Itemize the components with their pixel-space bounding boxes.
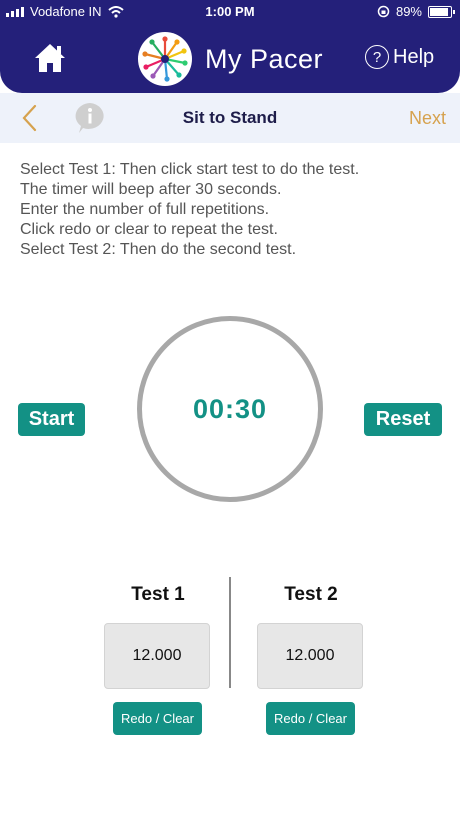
test-2-redo-clear-button[interactable]: Redo / Clear: [266, 702, 355, 735]
app-header: Vodafone IN 1:00 PM 89% My Pacer ? Help: [0, 0, 460, 93]
instruction-line: Select Test 1: Then click start test to …: [20, 161, 360, 178]
instruction-line: Click redo or clear to repeat the test.: [20, 221, 278, 238]
instruction-line: The timer will beep after 30 seconds.: [20, 181, 282, 198]
app-logo: [138, 32, 192, 86]
help-button[interactable]: ? Help: [365, 45, 434, 69]
sunburst-logo-icon: [142, 36, 188, 82]
battery-percent: 89%: [395, 4, 422, 19]
instructions: Select Test 1: Then click start test to …: [20, 160, 450, 260]
home-button[interactable]: [33, 42, 67, 74]
test-1-label: Test 1: [131, 584, 185, 605]
battery-icon: [428, 5, 455, 18]
reset-button[interactable]: Reset: [364, 403, 442, 436]
timer-display: 00:30: [192, 393, 268, 424]
screen-title: Sit to Stand: [182, 108, 278, 127]
test-1-result-field[interactable]: 12.000: [104, 623, 210, 689]
instruction-line: Select Test 2: Then do the second test.: [20, 241, 297, 258]
start-button[interactable]: Start: [18, 403, 85, 436]
next-button[interactable]: Next: [409, 108, 446, 129]
app-title: My Pacer: [205, 44, 324, 74]
home-icon: [35, 44, 65, 72]
test-divider: [229, 577, 231, 688]
timer-ring: 00:30: [137, 316, 323, 502]
instruction-line: Enter the number of full repetitions.: [20, 201, 270, 218]
test-2-result-field[interactable]: 12.000: [257, 623, 363, 689]
test-2-label: Test 2: [284, 584, 338, 605]
test-1-redo-clear-button[interactable]: Redo / Clear: [113, 702, 202, 735]
nav-bar: Sit to Stand Next: [0, 93, 460, 143]
orientation-lock-icon: [377, 5, 390, 18]
question-circle-icon: ?: [365, 45, 389, 69]
status-bar: Vodafone IN 1:00 PM 89%: [0, 0, 460, 24]
help-label: Help: [393, 45, 435, 68]
